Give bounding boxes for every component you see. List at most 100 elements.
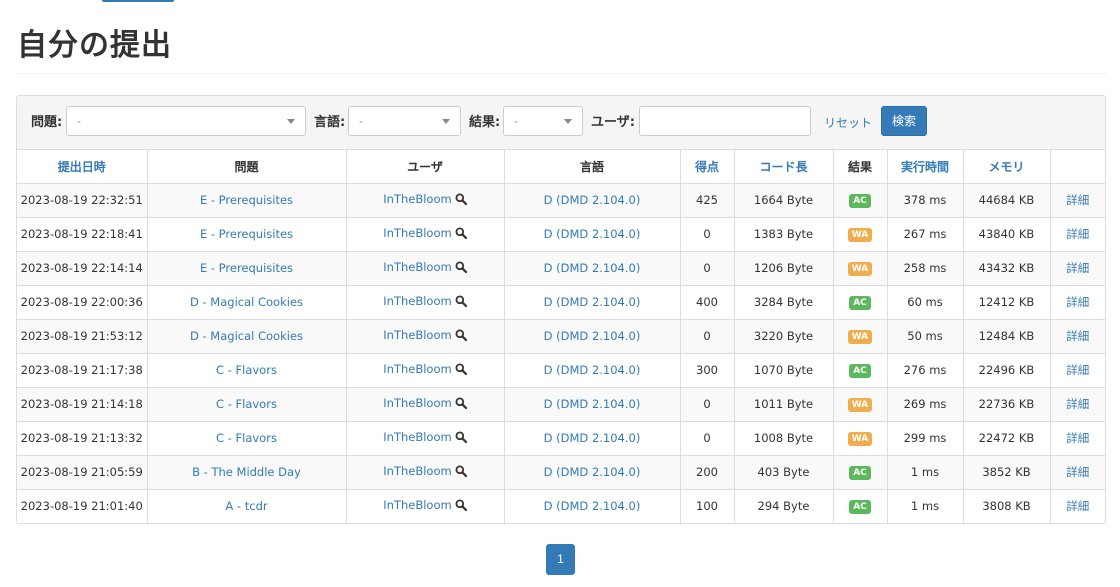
detail-link[interactable]: 詳細 [1066, 363, 1089, 377]
table-row: 2023-08-19 22:32:51 E - Prerequisites InTh… [17, 183, 1105, 218]
language-link[interactable]: D (DMD 2.104.0) [544, 329, 641, 343]
user-filter-input[interactable] [639, 106, 811, 136]
detail-link[interactable]: 詳細 [1066, 295, 1089, 309]
user-link[interactable]: InTheBloom [383, 498, 451, 512]
cell-code-length: 1011 Byte [734, 387, 834, 422]
detail-link[interactable]: 詳細 [1066, 261, 1089, 275]
language-link[interactable]: D (DMD 2.104.0) [544, 295, 641, 309]
submission-date: 2023-08-19 22:18:41 [20, 227, 143, 241]
user-link[interactable]: InTheBloom [383, 260, 451, 274]
task-link[interactable]: E - Prerequisites [200, 261, 293, 275]
exec-time-value: 378 ms [903, 193, 947, 207]
task-link[interactable]: C - Flavors [216, 397, 277, 411]
user-filter-label: ユーザ: [591, 115, 635, 130]
code-length-value: 1070 Byte [753, 363, 814, 377]
status-filter-value: - [514, 114, 518, 128]
status-filter-select[interactable]: - [503, 106, 583, 136]
header-status: 結果 [833, 150, 888, 184]
detail-link[interactable]: 詳細 [1066, 499, 1089, 513]
task-filter-select[interactable]: - [66, 106, 306, 136]
detail-link[interactable]: 詳細 [1066, 431, 1089, 445]
task-link[interactable]: E - Prerequisites [200, 227, 293, 241]
table-row: 2023-08-19 22:14:14 E - Prerequisites InTh… [17, 251, 1105, 286]
language-link[interactable]: D (DMD 2.104.0) [544, 261, 641, 275]
header-code-length[interactable]: コード長 [734, 150, 834, 184]
detail-link[interactable]: 詳細 [1066, 329, 1089, 343]
user-link[interactable]: InTheBloom [383, 328, 451, 342]
language-link[interactable]: D (DMD 2.104.0) [544, 431, 641, 445]
cell-detail: 詳細 [1050, 217, 1105, 252]
task-link[interactable]: A - tcdr [225, 499, 267, 513]
search-icon[interactable] [455, 431, 467, 446]
language-link[interactable]: D (DMD 2.104.0) [544, 465, 641, 479]
cell-status: WA [833, 319, 888, 354]
cell-detail: 詳細 [1050, 455, 1105, 490]
task-link[interactable]: E - Prerequisites [200, 193, 293, 207]
cell-language: D (DMD 2.104.0) [504, 183, 681, 218]
search-icon[interactable] [455, 193, 467, 208]
pagination-page-1[interactable]: 1 [546, 544, 575, 575]
score-value: 400 [696, 295, 718, 309]
cell-language: D (DMD 2.104.0) [504, 421, 681, 456]
search-icon[interactable] [455, 227, 467, 242]
language-link[interactable]: D (DMD 2.104.0) [544, 227, 641, 241]
header-task: 問題 [147, 150, 347, 184]
cell-code-length: 1664 Byte [734, 183, 834, 218]
search-button[interactable]: 検索 [881, 106, 927, 136]
search-icon[interactable] [455, 261, 467, 276]
task-link[interactable]: C - Flavors [216, 431, 277, 445]
cell-task: E - Prerequisites [147, 251, 347, 286]
cell-date: 2023-08-19 22:00:36 [17, 285, 148, 320]
search-icon[interactable] [455, 295, 467, 310]
search-icon[interactable] [455, 465, 467, 480]
cell-code-length: 3284 Byte [734, 285, 834, 320]
language-link[interactable]: D (DMD 2.104.0) [544, 193, 641, 207]
code-length-value: 1664 Byte [753, 193, 814, 207]
cell-user: InTheBloom [346, 455, 505, 490]
user-link[interactable]: InTheBloom [383, 396, 451, 410]
detail-link[interactable]: 詳細 [1066, 397, 1089, 411]
chevron-down-icon [564, 119, 572, 124]
task-link[interactable]: C - Flavors [216, 363, 277, 377]
header-score[interactable]: 得点 [680, 150, 735, 184]
header-memory[interactable]: メモリ [963, 150, 1051, 184]
memory-value: 3852 KB [982, 465, 1031, 479]
user-link[interactable]: InTheBloom [383, 294, 451, 308]
cell-task: C - Flavors [147, 421, 347, 456]
status-badge: WA [847, 398, 873, 412]
cell-exec-time: 258 ms [887, 251, 964, 286]
cell-exec-time: 378 ms [887, 183, 964, 218]
user-link[interactable]: InTheBloom [383, 430, 451, 444]
header-submission-date[interactable]: 提出日時 [17, 150, 148, 184]
user-link[interactable]: InTheBloom [383, 226, 451, 240]
language-link[interactable]: D (DMD 2.104.0) [544, 363, 641, 377]
task-link[interactable]: D - Magical Cookies [190, 329, 303, 343]
language-link[interactable]: D (DMD 2.104.0) [544, 397, 641, 411]
page-title: 自分の提出 [17, 28, 172, 63]
task-link[interactable]: B - The Middle Day [192, 465, 301, 479]
user-link[interactable]: InTheBloom [383, 362, 451, 376]
cell-exec-time: 50 ms [887, 319, 964, 354]
cell-score: 100 [680, 489, 735, 523]
reset-link[interactable]: リセット [824, 114, 872, 131]
detail-link[interactable]: 詳細 [1066, 193, 1089, 207]
language-filter-select[interactable]: - [348, 106, 461, 136]
detail-link[interactable]: 詳細 [1066, 465, 1089, 479]
status-badge: WA [847, 432, 873, 446]
cell-language: D (DMD 2.104.0) [504, 217, 681, 252]
submission-date: 2023-08-19 21:14:18 [20, 397, 143, 411]
header-exec-time[interactable]: 実行時間 [887, 150, 964, 184]
search-icon[interactable] [455, 329, 467, 344]
search-icon[interactable] [455, 397, 467, 412]
search-icon[interactable] [455, 499, 467, 514]
cell-memory: 22496 KB [963, 353, 1051, 388]
cell-code-length: 3220 Byte [734, 319, 834, 354]
user-link[interactable]: InTheBloom [383, 464, 451, 478]
language-link[interactable]: D (DMD 2.104.0) [544, 499, 641, 513]
header-language: 言語 [504, 150, 681, 184]
detail-link[interactable]: 詳細 [1066, 227, 1089, 241]
search-icon[interactable] [455, 363, 467, 378]
user-link[interactable]: InTheBloom [383, 192, 451, 206]
cell-memory: 22736 KB [963, 387, 1051, 422]
task-link[interactable]: D - Magical Cookies [190, 295, 303, 309]
